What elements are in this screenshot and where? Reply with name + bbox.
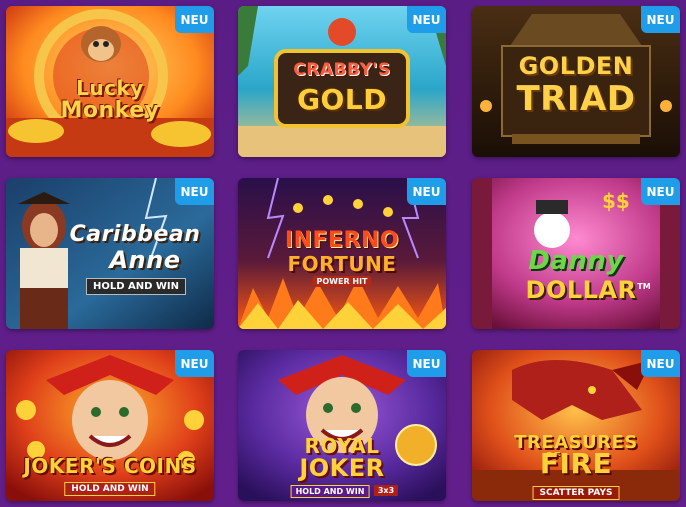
new-badge: NEU [175,178,214,205]
game-tile-jokers-coins[interactable]: JOKER'S COINS HOLD AND WIN NEU [6,350,214,501]
game-subtitle: POWER HIT [312,276,372,287]
game-title-line2: JOKER [299,454,385,482]
new-badge: NEU [641,178,680,205]
new-badge: NEU [407,178,446,205]
game-subtitle: SCATTER PAYS [532,486,620,500]
game-title-line2: FIRE [539,447,613,480]
game-subtitle: HOLD AND WIN [64,482,156,496]
game-title-line2: Monkey [60,98,160,123]
svg-text:$$: $$ [602,189,630,213]
game-title-line2: Anne [109,246,181,274]
new-badge: NEU [641,6,680,33]
new-badge: NEU [175,350,214,377]
new-badge: NEU [407,6,446,33]
new-badge: NEU [175,6,214,33]
game-tile-royal-joker[interactable]: ROYAL JOKER HOLD AND WIN 3x3 NEU [238,350,446,501]
game-subtitle: HOLD AND WIN [85,278,187,295]
game-title-line1: CRABBY'S [293,60,391,80]
game-grid: Lucky Monkey NEU CRABBY'S GOLD NEU GOLDE… [0,0,686,507]
game-subtitle: HOLD AND WIN [290,485,370,498]
game-title-line1: GOLDEN [518,52,634,80]
game-title-line1: Danny [528,246,624,276]
game-title-line2: GOLD [297,83,387,116]
new-badge: NEU [641,350,680,377]
game-tile-lucky-monkey[interactable]: Lucky Monkey NEU [6,6,214,157]
game-tile-caribbean-anne[interactable]: Caribbean Anne HOLD AND WIN NEU [6,178,214,329]
trademark-mark: TM [637,282,651,291]
game-title-line1: INFERNO [284,228,400,253]
game-tile-inferno-fortune[interactable]: INFERNO FORTUNE POWER HIT NEU [238,178,446,329]
game-tile-golden-triad[interactable]: GOLDEN TRIAD NEU [472,6,680,157]
game-title-line2: TRIAD [516,79,636,119]
game-title-line1: JOKER'S COINS [23,454,197,478]
game-title-line1: Lucky [76,76,144,100]
game-title-line1: Caribbean [69,222,201,247]
game-tile-crabbys-gold[interactable]: CRABBY'S GOLD NEU [238,6,446,157]
game-tile-treasures-of-fire[interactable]: TREASURES OF FIRE SCATTER PAYS NEU [472,350,680,501]
new-badge: NEU [407,350,446,377]
game-title-line1: ROYAL [304,434,380,458]
game-grid-size: 3x3 [373,485,399,496]
game-tile-danny-dollar[interactable]: $$ Danny DOLLAR TM NEU [472,178,680,329]
game-title-line2: FORTUNE [287,252,397,276]
